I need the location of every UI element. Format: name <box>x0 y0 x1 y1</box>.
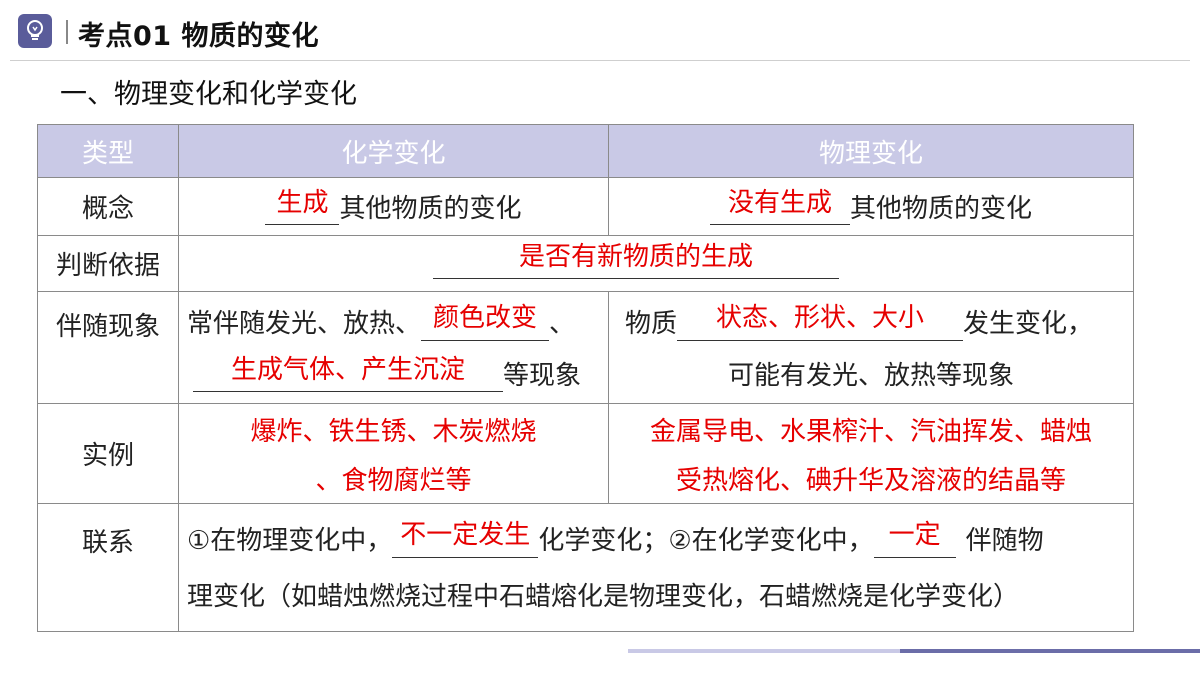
answer-text: 状态、形状、大小 <box>716 303 925 334</box>
page-title: 考点01 物质的变化 <box>78 21 319 52</box>
answer-text: 颜色改变 <box>433 302 538 333</box>
relation-part2: 化学变化；②在化学变化中， <box>538 526 874 556</box>
examples-physical-cell: 金属导电、水果榨汁、汽油挥发、蜡烛 受热熔化、碘升华及溶液的结晶等 <box>608 403 1134 504</box>
answer-blank: 生成气体、产生沉淀 <box>193 355 503 393</box>
examples-physical-line2: 受热熔化、碘升华及溶液的结晶等 <box>675 465 1066 496</box>
footer-accent-bar <box>628 649 1200 653</box>
phenomena-physical-line2: 可能有发光、放热等现象 <box>727 360 1014 391</box>
answer-blank: 没有生成 <box>709 188 850 226</box>
table-row-phenomena: 伴随现象 常伴随发光、放热、 颜色改变、 生成气体、产生沉淀 等现象 物质 状态、形状… <box>37 291 1134 404</box>
answer-text: 没有生成 <box>727 187 832 218</box>
answer-blank: 颜色改变 <box>421 303 550 341</box>
answer-blank: 一定 <box>873 520 956 558</box>
table-row-concept: 概念 生成 其他物质的变化 没有生成 其他物质的变化 <box>37 177 1134 236</box>
lightbulb-icon <box>18 14 52 48</box>
relation-part3: 伴随物 <box>965 526 1044 556</box>
answer-blank: 状态、形状、大小 <box>677 303 964 341</box>
header-rule <box>10 60 1190 61</box>
examples-physical-line1: 金属导电、水果榨汁、汽油挥发、蜡烛 <box>649 416 1092 447</box>
examples-chemical-cell: 爆炸、铁生锈、木炭燃烧 、食物腐烂等 <box>178 403 609 504</box>
phenomena-chemical-prefix: 常伴随发光、放热、 <box>187 308 422 339</box>
header-chemical: 化学变化 <box>178 124 609 178</box>
relation-cell: ①在物理变化中， 不一定发生 化学变化；②在化学变化中， 一定 伴随物 理变化（如蜡烛燃… <box>178 503 1134 632</box>
relation-line1: ①在物理变化中， 不一定发生 化学变化；②在化学变化中， 一定 伴随物 <box>187 520 1133 558</box>
title-divider <box>66 20 68 44</box>
relation-line2: 理变化（如蜡烛燃烧过程中石蜡熔化是物理变化，石蜡燃烧是化学变化） <box>187 581 1020 612</box>
comparison-table: 类型 化学变化 物理变化 概念 生成 其他物质的变化 没有生成 其他物质的变化 判断… <box>37 124 1134 632</box>
header-type: 类型 <box>37 124 179 178</box>
phenomena-chemical-sep: 、 <box>549 308 576 339</box>
relation-part1: ①在物理变化中， <box>187 526 393 556</box>
answer-text: 是否有新物质的生成 <box>518 241 753 272</box>
answer-text: 不一定发生 <box>400 520 531 550</box>
answer-text: 生成气体、产生沉淀 <box>230 354 465 385</box>
phenomena-chemical-line1: 常伴随发光、放热、 颜色改变、 <box>187 303 608 341</box>
row-label-relation: 联系 <box>37 503 179 632</box>
table-row-examples: 实例 爆炸、铁生锈、木炭燃烧 、食物腐烂等 金属导电、水果榨汁、汽油挥发、蜡烛 … <box>37 403 1134 504</box>
examples-chemical-line1: 爆炸、铁生锈、木炭燃烧 <box>250 416 537 447</box>
phenomena-chemical-cell: 常伴随发光、放热、 颜色改变、 生成气体、产生沉淀 等现象 <box>178 291 609 404</box>
phenomena-physical-suffix: 发生变化， <box>963 309 1094 340</box>
table-header-row: 类型 化学变化 物理变化 <box>37 124 1134 178</box>
answer-text: 一定 <box>888 520 941 550</box>
answer-blank: 不一定发生 <box>392 520 539 558</box>
concept-physical-text: 其他物质的变化 <box>849 193 1032 224</box>
phenomena-physical-cell: 物质 状态、形状、大小 发生变化， 可能有发光、放热等现象 <box>608 291 1134 404</box>
row-label-basis: 判断依据 <box>37 235 179 292</box>
row-label-phenomena: 伴随现象 <box>37 291 179 404</box>
answer-blank: 生成 <box>265 188 340 226</box>
concept-chemical-cell: 生成 其他物质的变化 <box>178 177 609 236</box>
footer-bar-dark <box>900 649 1200 653</box>
page-header: 考点01 物质的变化 <box>0 0 1200 62</box>
answer-blank: 是否有新物质的生成 <box>433 242 839 280</box>
phenomena-chemical-suffix: 等现象 <box>503 360 582 391</box>
row-label-examples: 实例 <box>37 403 179 504</box>
footer-bar-light <box>628 649 900 653</box>
basis-cell: 是否有新物质的生成 <box>178 235 1134 292</box>
table-row-basis: 判断依据 是否有新物质的生成 <box>37 235 1134 292</box>
section-subtitle: 一、物理变化和化学变化 <box>60 79 357 110</box>
concept-physical-cell: 没有生成 其他物质的变化 <box>608 177 1134 236</box>
table-row-relation: 联系 ①在物理变化中， 不一定发生 化学变化；②在化学变化中， 一定 伴随物 理变化（如… <box>37 503 1134 632</box>
row-label-concept: 概念 <box>37 177 179 236</box>
examples-chemical-line2: 、食物腐烂等 <box>315 465 472 496</box>
header-physical: 物理变化 <box>608 124 1134 178</box>
answer-text: 生成 <box>276 187 329 218</box>
concept-chemical-text: 其他物质的变化 <box>339 193 522 224</box>
phenomena-physical-line1: 物质 状态、形状、大小 发生变化， <box>625 303 1133 341</box>
phenomena-chemical-line2: 生成气体、产生沉淀 等现象 <box>187 355 608 393</box>
phenomena-physical-prefix: 物质 <box>625 309 678 340</box>
